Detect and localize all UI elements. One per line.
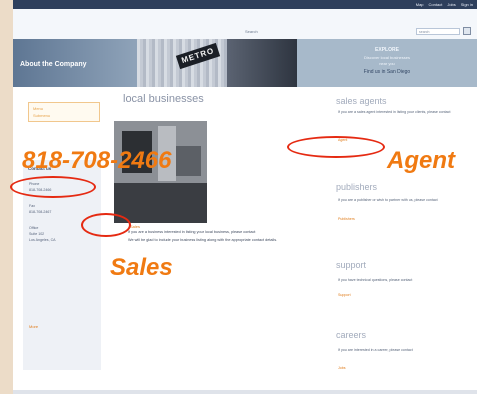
photo-shadow (227, 39, 297, 87)
menu-item-2[interactable]: Submenu (33, 113, 50, 118)
search-go-icon[interactable] (463, 27, 471, 35)
photo-block-4 (114, 183, 207, 223)
contact-fax-value: 818-708-2467 (29, 210, 52, 214)
section-title-publishers: publishers (336, 182, 378, 192)
sales-circle-annotation (81, 213, 131, 237)
page: Map Contact Jobs Sign in Search search A… (13, 0, 477, 394)
main-text-1: If you are a business interested in list… (128, 230, 256, 234)
sales-annotation: Sales (110, 254, 173, 281)
section-title-support: support (336, 260, 367, 270)
contact-office-1: Suite 102 (29, 232, 45, 236)
contact-fax-label: Fax (29, 204, 35, 208)
nav-link-contact[interactable]: Contact (429, 1, 443, 8)
contact-more-link[interactable]: More (29, 324, 38, 329)
careers-link[interactable]: Jobs (338, 366, 346, 370)
banner-cap-4: Find us in San Diego (363, 69, 411, 75)
agent-circle-annotation (287, 136, 385, 158)
section-text-careers: If you are interested in a career, pleas… (338, 348, 413, 352)
section-text-support: If you have technical questions, please … (338, 278, 413, 282)
nav-link-signin[interactable]: Sign in (461, 1, 473, 8)
main-content: local businesses If you are a business i… (109, 86, 309, 386)
menu-box: Menu Submenu (28, 102, 100, 122)
main-title: local businesses (123, 93, 204, 105)
photo-block-3 (176, 146, 201, 176)
banner-cap-1: EXPLORE (375, 47, 399, 53)
banner-photo: METRO (137, 39, 297, 87)
section-title-careers: careers (336, 330, 367, 340)
banner-left: About the Company (13, 39, 137, 87)
banner-cap-3: near you (379, 61, 395, 66)
search-bar: Search search (13, 9, 477, 40)
search-input[interactable]: search (416, 28, 460, 35)
banner-caption: EXPLORE Discover local businesses near y… (297, 39, 477, 87)
phone-circle-annotation (10, 176, 96, 198)
search-label: Search (245, 29, 258, 34)
section-title-sales-agents: sales agents (336, 96, 387, 106)
metro-sign: METRO (175, 42, 221, 70)
top-nav-links: Map Contact Jobs Sign in (416, 1, 473, 8)
main-text-2: We will be glad to include your business… (128, 238, 278, 242)
menu-item-1[interactable]: Menu (33, 106, 43, 111)
phone-annotation: 818-708-2466 (22, 147, 172, 174)
nav-link-map[interactable]: Map (416, 1, 424, 8)
banner-title: About the Company (20, 61, 87, 68)
contact-office-2: Los Angeles, CA (29, 238, 56, 242)
section-text-publishers: If you are a publisher or wish to partne… (338, 198, 438, 202)
sales-link[interactable]: Sales (130, 224, 140, 229)
section-text-sales-agents: If you are a sales agent interested in l… (338, 110, 451, 114)
banner-cap-2: Discover local businesses (363, 55, 411, 60)
nav-link-jobs[interactable]: Jobs (447, 1, 455, 8)
contact-office-label: Office (29, 226, 39, 230)
right-column: sales agents If you are a sales agent in… (321, 90, 476, 390)
banner: About the Company METRO EXPLORE Discover… (13, 39, 477, 87)
support-link[interactable]: Support (338, 293, 351, 297)
top-nav: Map Contact Jobs Sign in (13, 0, 477, 9)
agent-annotation: Agent (387, 147, 455, 174)
publishers-link[interactable]: Publishers (338, 217, 355, 221)
bottom-border (13, 390, 477, 394)
metro-sign-text: METRO (180, 46, 216, 66)
